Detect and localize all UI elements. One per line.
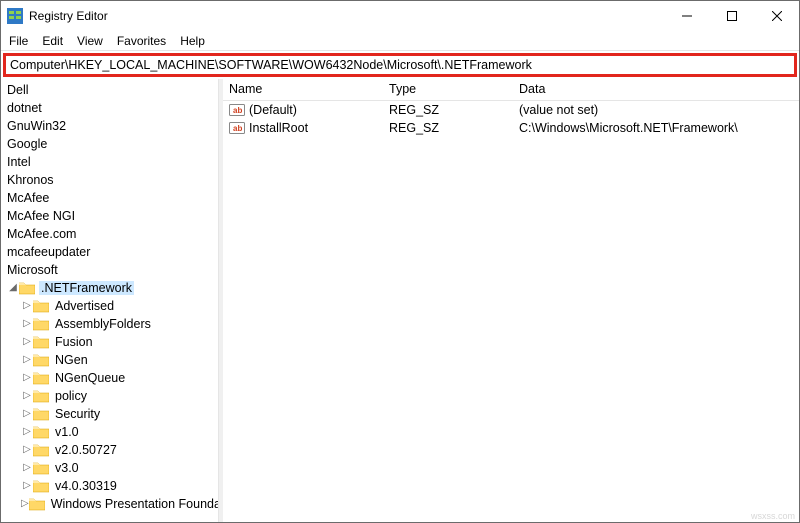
tree-item-label: McAfee.com xyxy=(5,227,78,241)
tree-item-label: Google xyxy=(5,137,49,151)
tree-item-label: AssemblyFolders xyxy=(53,317,153,331)
tree-item-label: policy xyxy=(53,389,89,403)
tree-item[interactable]: ▷ v3.0 xyxy=(1,459,218,477)
value-type: REG_SZ xyxy=(389,103,439,117)
tree-item-label: McAfee NGI xyxy=(5,209,77,223)
tree-item-label: v1.0 xyxy=(53,425,81,439)
disclosure-icon[interactable]: ▷ xyxy=(21,445,33,455)
tree-item-label: Fusion xyxy=(53,335,95,349)
disclosure-icon[interactable]: ▷ xyxy=(21,373,33,383)
tree-item[interactable]: ▷ NGen xyxy=(1,351,218,369)
window-title: Registry Editor xyxy=(29,9,664,23)
app-icon xyxy=(7,8,23,24)
svg-text:ab: ab xyxy=(233,124,242,133)
disclosure-icon[interactable]: ▷ xyxy=(21,337,33,347)
address-bar[interactable]: Computer\HKEY_LOCAL_MACHINE\SOFTWARE\WOW… xyxy=(3,53,797,77)
menu-file[interactable]: File xyxy=(9,34,28,48)
value-name: InstallRoot xyxy=(249,121,308,135)
tree-item-label: NGen xyxy=(53,353,90,367)
list-pane[interactable]: Name Type Data ab (Default) REG_SZ (value n… xyxy=(223,79,799,522)
list-row[interactable]: ab (Default) REG_SZ (value not set) xyxy=(223,101,799,119)
tree-item[interactable]: Intel xyxy=(1,153,218,171)
tree-item-label: Security xyxy=(53,407,102,421)
disclosure-icon[interactable]: ▷ xyxy=(21,481,33,491)
address-bar-wrap: Computer\HKEY_LOCAL_MACHINE\SOFTWARE\WOW… xyxy=(1,51,799,79)
disclosure-icon[interactable]: ▷ xyxy=(21,355,33,365)
column-header-type[interactable]: Type xyxy=(383,79,513,100)
tree-item-label: Microsoft xyxy=(5,263,60,277)
tree-item[interactable]: McAfee.com xyxy=(1,225,218,243)
disclosure-icon[interactable]: ▷ xyxy=(21,301,33,311)
tree-item[interactable]: dotnet xyxy=(1,99,218,117)
tree-item[interactable]: ▷ AssemblyFolders xyxy=(1,315,218,333)
menu-help[interactable]: Help xyxy=(180,34,205,48)
tree-item-label: Advertised xyxy=(53,299,116,313)
tree-item[interactable]: Google xyxy=(1,135,218,153)
minimize-button[interactable] xyxy=(664,1,709,31)
tree-item[interactable]: Khronos xyxy=(1,171,218,189)
disclosure-icon[interactable]: ▷ xyxy=(21,391,33,401)
tree-item-label: Dell xyxy=(5,83,31,97)
value-name: (Default) xyxy=(249,103,297,117)
tree-item-label: Intel xyxy=(5,155,33,169)
tree-item[interactable]: ▷ v4.0.30319 xyxy=(1,477,218,495)
menu-view[interactable]: View xyxy=(77,34,103,48)
tree-item[interactable]: ▷ v1.0 xyxy=(1,423,218,441)
tree-item[interactable]: GnuWin32 xyxy=(1,117,218,135)
tree-item-label: .NETFramework xyxy=(39,281,134,295)
tree-item[interactable]: ▷ NGenQueue xyxy=(1,369,218,387)
tree-item-label: GnuWin32 xyxy=(5,119,68,133)
disclosure-icon[interactable]: ▷ xyxy=(21,427,33,437)
tree-item-label: Windows Presentation Foundat xyxy=(49,497,219,511)
tree-item-label: v3.0 xyxy=(53,461,81,475)
disclosure-icon[interactable]: ▷ xyxy=(21,409,33,419)
tree-item-label: McAfee xyxy=(5,191,51,205)
tree-item[interactable]: ▷ Windows Presentation Foundat xyxy=(1,495,218,513)
tree-item[interactable]: ▷ policy xyxy=(1,387,218,405)
list-body: ab (Default) REG_SZ (value not set) ab Instal… xyxy=(223,101,799,137)
tree-item[interactable]: Dell xyxy=(1,81,218,99)
menu-edit[interactable]: Edit xyxy=(42,34,63,48)
column-header-name[interactable]: Name xyxy=(223,79,383,100)
tree-item[interactable]: ▷ Advertised xyxy=(1,297,218,315)
tree-item-label: v4.0.30319 xyxy=(53,479,119,493)
tree-item-label: NGenQueue xyxy=(53,371,127,385)
address-text: Computer\HKEY_LOCAL_MACHINE\SOFTWARE\WOW… xyxy=(10,58,532,72)
close-button[interactable] xyxy=(754,1,799,31)
tree-item[interactable]: ◢ .NETFramework xyxy=(1,279,218,297)
window-buttons xyxy=(664,1,799,31)
tree-item-label: mcafeeupdater xyxy=(5,245,92,259)
tree-item-label: Khronos xyxy=(5,173,56,187)
value-data: (value not set) xyxy=(519,103,598,117)
tree-item[interactable]: ▷ Fusion xyxy=(1,333,218,351)
column-header-data[interactable]: Data xyxy=(513,79,799,100)
value-data: C:\Windows\Microsoft.NET\Framework\ xyxy=(519,121,738,135)
content-area: Dell dotnet GnuWin32 Google Intel Khronos McAf… xyxy=(1,79,799,522)
tree-pane[interactable]: Dell dotnet GnuWin32 Google Intel Khronos McAf… xyxy=(1,79,219,522)
menubar: File Edit View Favorites Help xyxy=(1,31,799,51)
menu-favorites[interactable]: Favorites xyxy=(117,34,166,48)
disclosure-icon[interactable]: ▷ xyxy=(21,319,33,329)
disclosure-icon[interactable]: ▷ xyxy=(21,499,29,509)
svg-text:ab: ab xyxy=(233,106,242,115)
tree-item[interactable]: Microsoft xyxy=(1,261,218,279)
value-type: REG_SZ xyxy=(389,121,439,135)
tree-item[interactable]: ▷ v2.0.50727 xyxy=(1,441,218,459)
tree-item-label: dotnet xyxy=(5,101,44,115)
tree-item[interactable]: McAfee NGI xyxy=(1,207,218,225)
tree-item[interactable]: ▷ Security xyxy=(1,405,218,423)
tree-item-label: v2.0.50727 xyxy=(53,443,119,457)
list-header: Name Type Data xyxy=(223,79,799,101)
titlebar[interactable]: Registry Editor xyxy=(1,1,799,31)
registry-editor-window: Registry Editor File Edit View Favorites… xyxy=(0,0,800,523)
watermark: wsxss.com xyxy=(751,511,795,521)
tree-item[interactable]: McAfee xyxy=(1,189,218,207)
disclosure-icon[interactable]: ◢ xyxy=(7,283,19,293)
tree-item[interactable]: mcafeeupdater xyxy=(1,243,218,261)
list-row[interactable]: ab InstallRoot REG_SZ C:\Windows\Microsoft.… xyxy=(223,119,799,137)
maximize-button[interactable] xyxy=(709,1,754,31)
disclosure-icon[interactable]: ▷ xyxy=(21,463,33,473)
